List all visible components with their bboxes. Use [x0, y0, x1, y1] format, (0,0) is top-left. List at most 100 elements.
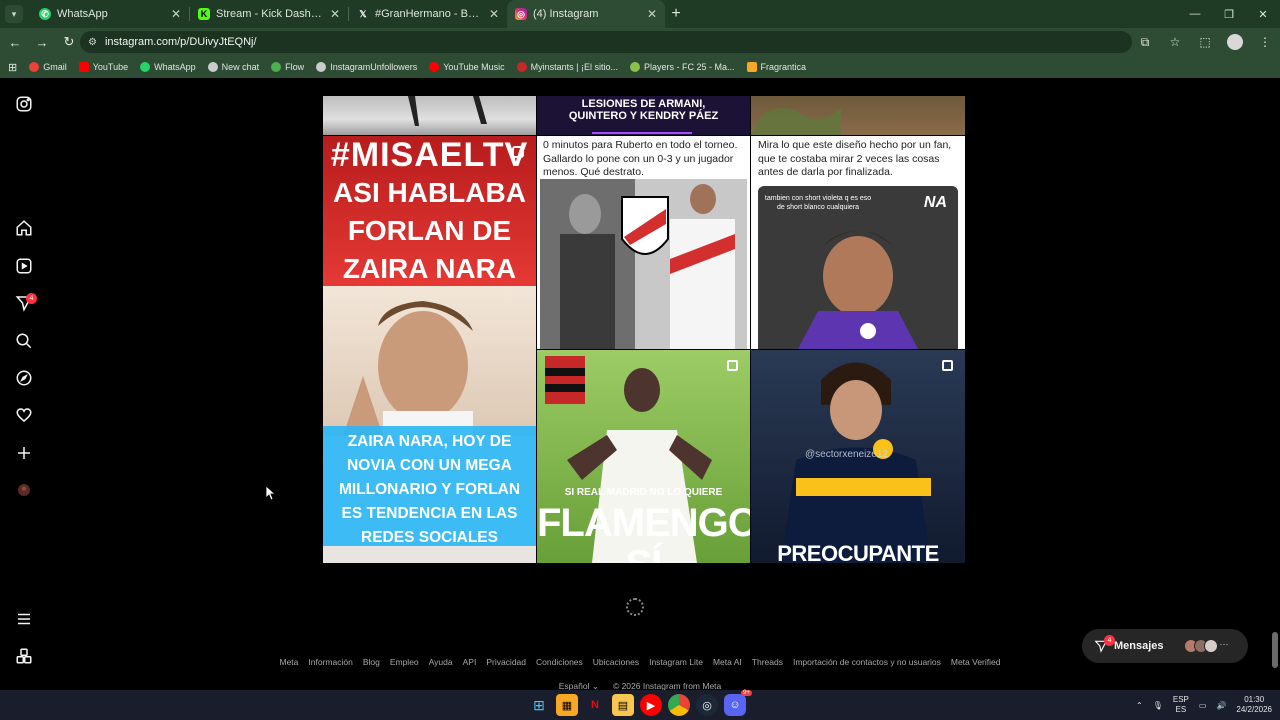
- post-thumbnail[interactable]: [751, 96, 965, 135]
- bookmark-label: Fragrantica: [760, 62, 807, 72]
- footer-link[interactable]: Instagram Lite: [649, 657, 703, 667]
- reel-icon: [512, 146, 524, 158]
- steam-icon[interactable]: ◎: [696, 694, 718, 716]
- reels-icon[interactable]: [14, 256, 34, 276]
- windows-start-icon[interactable]: ⊞: [528, 694, 550, 716]
- post-headline-big: FLAMENGO, SÍ: [537, 501, 750, 563]
- tab-instagram[interactable]: ◎ (4) Instagram ✕: [507, 0, 665, 28]
- footer-link[interactable]: Blog: [363, 657, 380, 667]
- window-controls: — ❐ ✕: [1178, 0, 1280, 28]
- new-tab-button[interactable]: +: [665, 5, 687, 23]
- tab-x-search[interactable]: 𝕏 #GranHermano - Buscar / X ✕: [349, 0, 507, 28]
- tab-title: #GranHermano - Buscar / X: [375, 8, 483, 20]
- search-icon[interactable]: [14, 331, 34, 351]
- footer-link[interactable]: Condiciones: [536, 657, 583, 667]
- post-thumbnail[interactable]: SI REAL MADRID NO LO QUIERE FLAMENGO, SÍ: [537, 350, 750, 563]
- menu-kebab-icon[interactable]: ⋮: [1250, 35, 1280, 49]
- bookmark-youtube-music[interactable]: YouTube Music: [429, 62, 505, 72]
- bookmark-myinstants[interactable]: Myinstants | ¡El sitio...: [516, 62, 618, 72]
- youtube-music-icon[interactable]: ▶: [640, 694, 662, 716]
- close-icon[interactable]: ✕: [489, 7, 499, 21]
- minimize-icon[interactable]: —: [1178, 0, 1212, 28]
- post-thumbnail[interactable]: LESIONES DE ARMANI, QUINTERO Y KENDRY PÁ…: [537, 96, 750, 135]
- forward-icon[interactable]: →: [30, 30, 54, 54]
- profile-avatar[interactable]: [1227, 34, 1243, 50]
- post-watermark: @sectorxeneize12: [805, 449, 888, 460]
- instagram-logo-icon[interactable]: [14, 94, 34, 114]
- close-window-icon[interactable]: ✕: [1246, 0, 1280, 28]
- footer-link[interactable]: Meta: [279, 657, 298, 667]
- footer-link[interactable]: Ubicaciones: [593, 657, 639, 667]
- footer-link[interactable]: Meta Verified: [951, 657, 1001, 667]
- netflix-icon[interactable]: N: [584, 694, 606, 716]
- extensions-icon[interactable]: ⬚: [1190, 35, 1220, 49]
- volume-icon[interactable]: 🔊: [1216, 701, 1226, 710]
- bookmark-label: YouTube Music: [443, 62, 505, 72]
- tab-kick[interactable]: K Stream - Kick Dashboard ✕: [190, 0, 348, 28]
- post-thumbnail[interactable]: 0 minutos para Ruberto en todo el torneo…: [537, 136, 750, 349]
- youtube-music-icon: [429, 62, 440, 72]
- footer-link[interactable]: Meta AI: [713, 657, 742, 667]
- clock-time: 01:30: [1244, 695, 1265, 705]
- footer-link[interactable]: API: [463, 657, 477, 667]
- tab-search-button[interactable]: ▾: [5, 5, 23, 23]
- address-bar[interactable]: ⚙ instagram.com/p/DUivyJtEQNj/: [80, 31, 1132, 53]
- apps-grid-icon[interactable]: ⊞: [8, 61, 17, 74]
- microphone-icon[interactable]: 🎙: [1153, 701, 1163, 710]
- tab-whatsapp[interactable]: ✆ WhatsApp ✕: [31, 0, 189, 28]
- profile-avatar[interactable]: [14, 480, 34, 500]
- post-thumbnail[interactable]: [323, 96, 536, 135]
- bookmark-gmail[interactable]: Gmail: [29, 62, 67, 72]
- install-app-icon[interactable]: ⧉: [1130, 35, 1160, 50]
- bookmark-instagramunfollowers[interactable]: InstagramUnfollowers: [316, 62, 417, 72]
- bookmark-players-fc25[interactable]: Players - FC 25 - Ma...: [629, 62, 735, 72]
- calendar-app-icon[interactable]: ▦: [556, 694, 578, 716]
- home-icon[interactable]: [14, 218, 34, 238]
- menu-icon[interactable]: [14, 609, 34, 629]
- close-icon[interactable]: ✕: [171, 7, 181, 21]
- heart-icon[interactable]: [14, 405, 34, 425]
- chevron-up-icon[interactable]: ⌃: [1136, 701, 1143, 710]
- reload-icon[interactable]: ↻: [57, 30, 81, 54]
- back-icon[interactable]: ←: [3, 30, 27, 54]
- footer-link[interactable]: Información: [308, 657, 352, 667]
- chrome-icon[interactable]: [668, 694, 690, 716]
- post-thumbnail[interactable]: #MISAELTV ASI HABLABA FORLAN DE ZAIRA NA…: [323, 136, 536, 563]
- post-headline-line: ASI HABLABA: [333, 177, 526, 208]
- language-indicator[interactable]: ESP ES: [1173, 695, 1189, 714]
- bookmark-flow[interactable]: Flow: [271, 62, 304, 72]
- explore-icon[interactable]: [14, 368, 34, 388]
- restore-icon[interactable]: ❐: [1212, 0, 1246, 28]
- instagram-icon: ◎: [515, 8, 527, 20]
- avatar: [1203, 639, 1218, 653]
- bookmark-youtube[interactable]: YouTube: [78, 62, 128, 72]
- site-info-icon[interactable]: ⚙: [88, 37, 97, 48]
- copy-icon: [727, 360, 738, 371]
- create-icon[interactable]: [14, 443, 34, 463]
- chatgpt-icon: [207, 62, 218, 72]
- post-thumbnail[interactable]: Mira lo que este diseño hecho por un fan…: [751, 136, 965, 349]
- messages-button[interactable]: 4 Mensajes ⋯: [1082, 629, 1248, 663]
- scrollbar[interactable]: [1272, 632, 1278, 668]
- whatsapp-icon: [140, 62, 151, 72]
- file-explorer-icon[interactable]: ▤: [612, 694, 634, 716]
- bookmark-whatsapp[interactable]: WhatsApp: [140, 62, 196, 72]
- clock[interactable]: 01:30 24/2/2026: [1236, 695, 1272, 714]
- footer-link[interactable]: Empleo: [390, 657, 419, 667]
- close-icon[interactable]: ✕: [647, 7, 657, 21]
- bookmark-new-chat[interactable]: New chat: [207, 62, 260, 72]
- bookmark-fragrantica[interactable]: Fragrantica: [746, 62, 807, 72]
- bookmark-label: New chat: [221, 62, 260, 72]
- bookmark-star-icon[interactable]: ☆: [1160, 35, 1190, 49]
- post-caption: Mira lo que este diseño hecho por un fan…: [758, 139, 952, 179]
- footer-link[interactable]: Privacidad: [486, 657, 526, 667]
- footer-link[interactable]: Ayuda: [429, 657, 453, 667]
- network-icon[interactable]: ▭: [1199, 701, 1207, 710]
- bookmark-label: InstagramUnfollowers: [330, 62, 418, 72]
- footer-link[interactable]: Threads: [752, 657, 783, 667]
- footer-link[interactable]: Importación de contactos y no usuarios: [793, 657, 941, 667]
- post-thumbnail[interactable]: @sectorxeneize12 betsson PREOCUPANTE NOT…: [751, 350, 965, 563]
- notification-badge: 4: [26, 293, 37, 304]
- discord-icon[interactable]: ☺ 9+: [724, 690, 752, 716]
- close-icon[interactable]: ✕: [330, 7, 340, 21]
